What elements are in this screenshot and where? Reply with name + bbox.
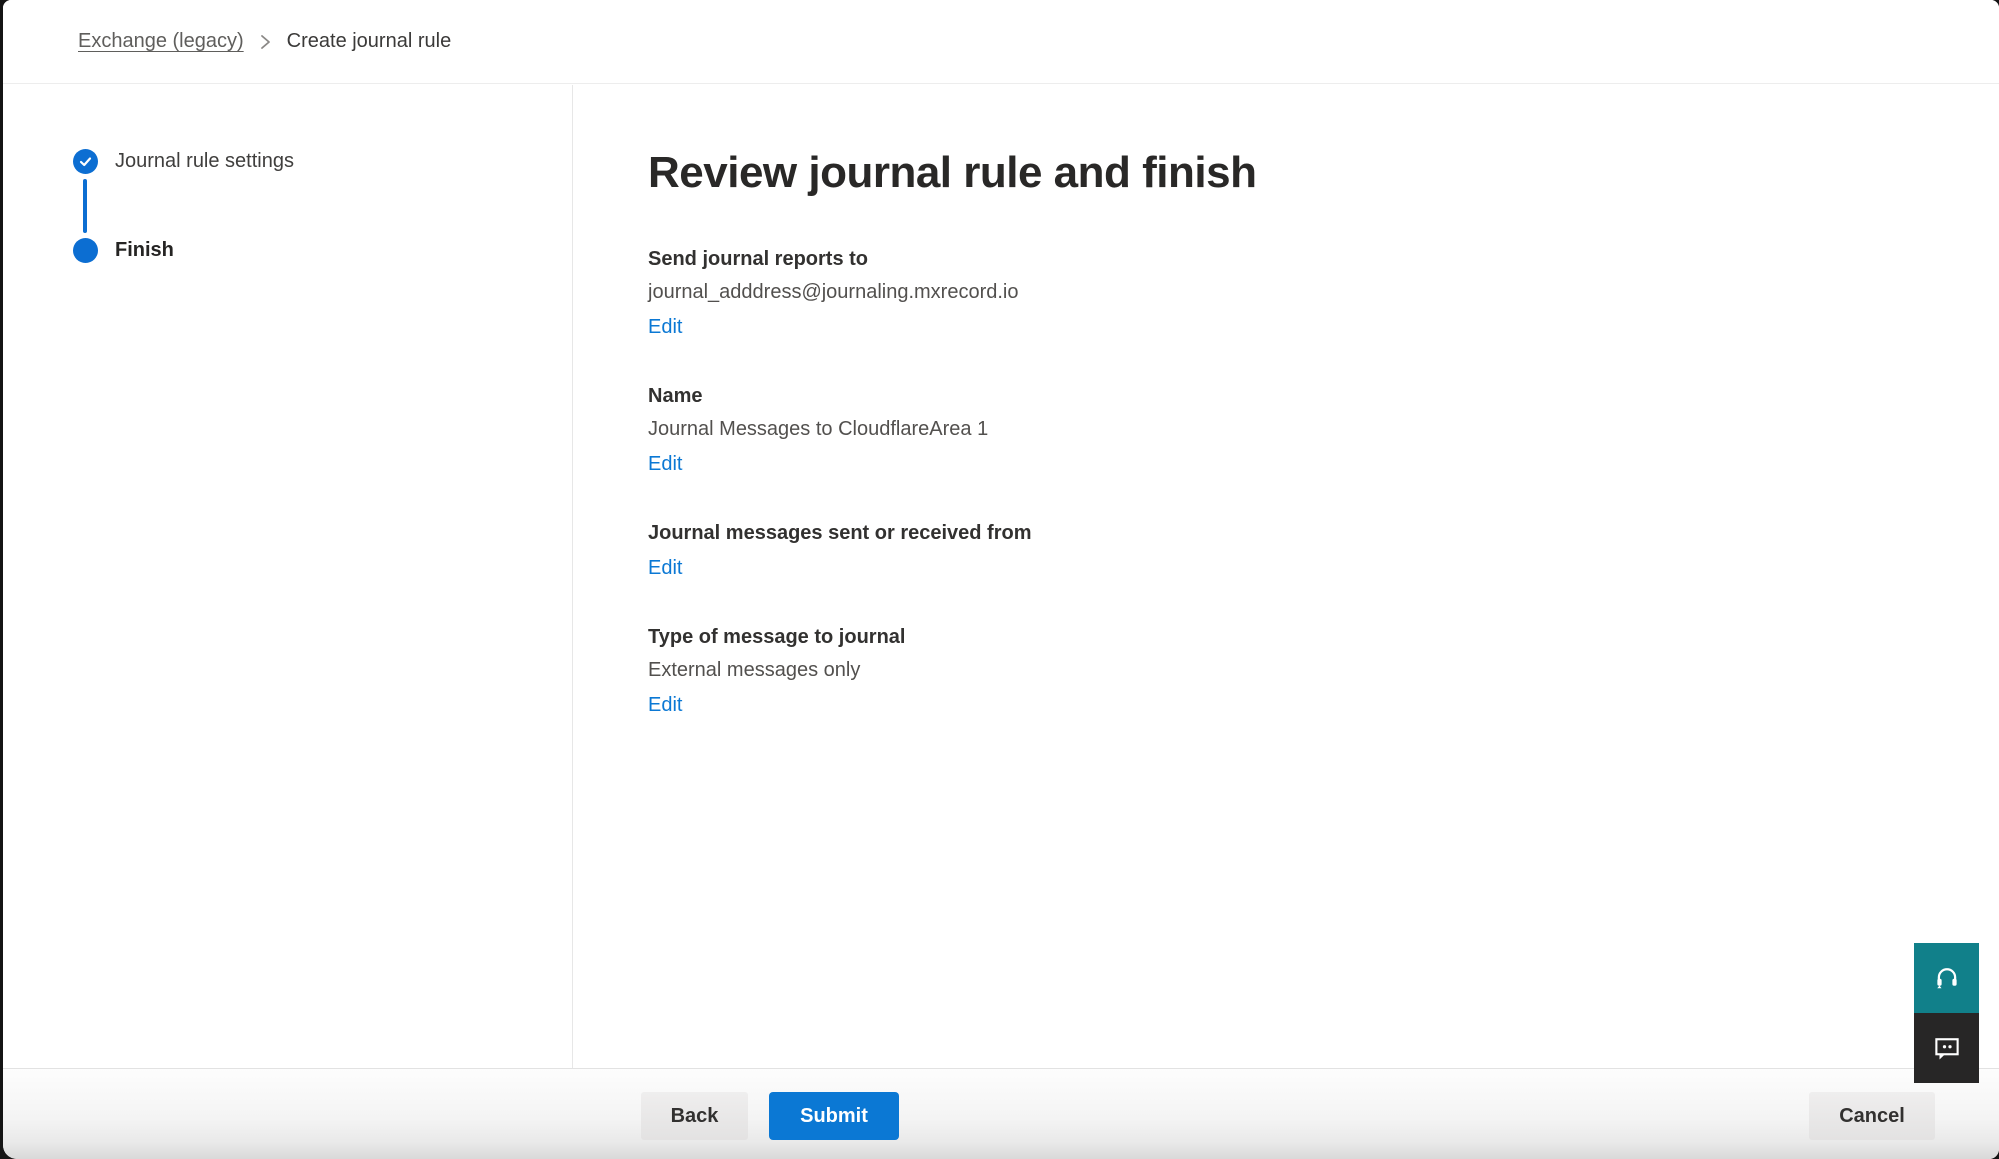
section-type-of-message: Type of message to journal External mess… [648, 624, 1999, 719]
rule-name-value: Journal Messages to CloudflareArea 1 [648, 416, 1999, 443]
section-label: Send journal reports to [648, 246, 1999, 273]
wizard-step-label: Journal rule settings [115, 150, 294, 173]
wizard-step-journal-rule-settings[interactable]: Journal rule settings [73, 149, 572, 174]
content-row: Journal rule settings Finish Review jour… [3, 85, 1999, 1068]
edit-message-type-link[interactable]: Edit [648, 692, 682, 719]
review-panel: Review journal rule and finish Send jour… [573, 85, 1999, 1068]
chat-icon [1932, 1033, 1962, 1063]
support-button[interactable] [1914, 943, 1979, 1013]
section-label: Name [648, 383, 1999, 410]
wizard-step-label: Finish [115, 239, 174, 262]
back-button[interactable]: Back [641, 1092, 748, 1140]
edit-send-journal-reports-link[interactable]: Edit [648, 314, 682, 341]
step-current-dot-icon [73, 238, 98, 263]
cancel-button[interactable]: Cancel [1809, 1092, 1935, 1140]
breadcrumb-chevron-icon [259, 32, 272, 52]
admin-center-window: Exchange (legacy) Create journal rule [3, 0, 1999, 1159]
top-bar: Exchange (legacy) Create journal rule [3, 0, 1999, 84]
message-type-value: External messages only [648, 657, 1999, 684]
breadcrumb-create-journal-rule: Create journal rule [287, 30, 452, 53]
wizard-panel: Journal rule settings Finish [3, 85, 573, 1068]
section-name: Name Journal Messages to CloudflareArea … [648, 383, 1999, 478]
screen: Exchange (legacy) Create journal rule [0, 0, 1999, 1159]
feedback-button[interactable] [1914, 1013, 1979, 1083]
journal-report-address-value: journal_adddress@journaling.mxrecord.io [648, 279, 1999, 306]
edit-name-link[interactable]: Edit [648, 451, 682, 478]
wizard-step-finish[interactable]: Finish [73, 238, 572, 263]
section-send-journal-reports-to: Send journal reports to journal_adddress… [648, 246, 1999, 341]
edit-scope-link[interactable]: Edit [648, 555, 682, 582]
page-title: Review journal rule and finish [648, 148, 1999, 198]
section-journal-messages-sent-or-received: Journal messages sent or received from E… [648, 520, 1999, 582]
section-label: Journal messages sent or received from [648, 520, 1999, 547]
wizard-connector-line [83, 179, 87, 233]
submit-button[interactable]: Submit [769, 1092, 899, 1140]
headset-icon [1932, 963, 1962, 993]
step-completed-check-icon [73, 149, 98, 174]
footer-action-bar: Back Submit Cancel [3, 1068, 1999, 1159]
breadcrumb: Exchange (legacy) Create journal rule [78, 30, 451, 53]
breadcrumb-exchange-legacy[interactable]: Exchange (legacy) [78, 30, 244, 53]
section-label: Type of message to journal [648, 624, 1999, 651]
